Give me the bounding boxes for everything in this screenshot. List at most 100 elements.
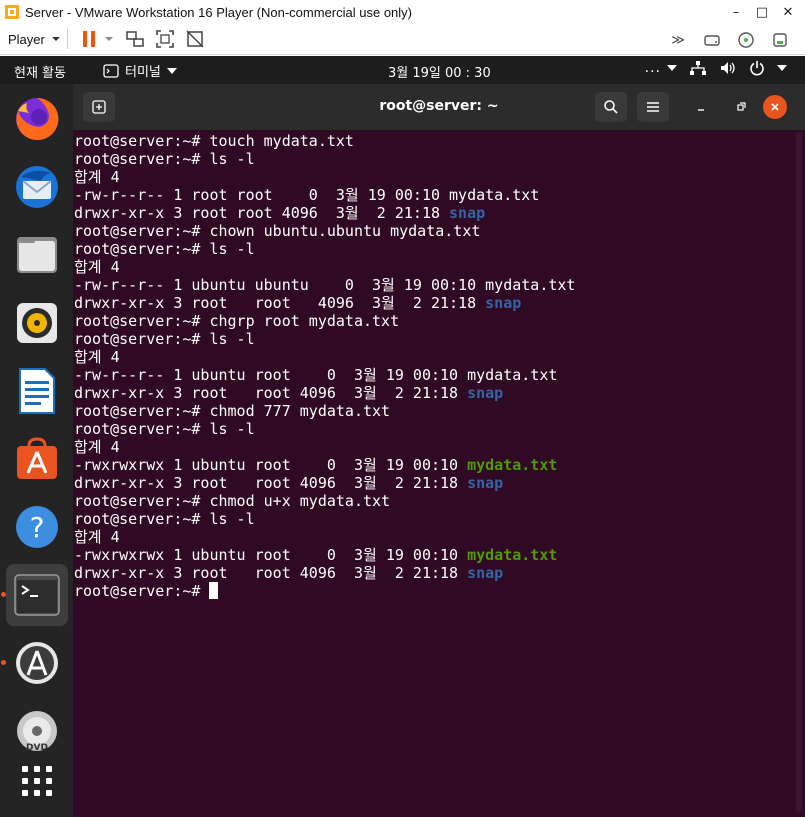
search-button[interactable] xyxy=(595,92,627,122)
command-text: ls -l xyxy=(209,240,255,258)
restore-icon xyxy=(737,102,746,111)
app-menu-button[interactable]: 터미널 xyxy=(103,61,177,80)
dropdown-triangle-icon xyxy=(667,65,677,71)
terminal-maximize-button[interactable] xyxy=(725,92,757,122)
shell-prompt: root@server:~# xyxy=(74,330,210,348)
double-chevron-right-icon: ≫ xyxy=(671,32,685,48)
terminal-line: root@server:~# touch mydata.txt xyxy=(74,132,792,150)
player-menu-button[interactable]: Player xyxy=(8,32,61,47)
terminal-line: root@server:~# xyxy=(74,582,792,600)
terminal-line: 합계 4 xyxy=(74,438,792,456)
terminal-line: drwxr-xr-x 3 root root 4096 3월 2 21:18 s… xyxy=(74,384,792,402)
software-updater-icon xyxy=(16,642,58,684)
unity-mode-button[interactable] xyxy=(182,26,208,52)
pause-dropdown-icon[interactable] xyxy=(104,35,114,43)
file-name: snap xyxy=(467,564,504,582)
libreoffice-writer-icon xyxy=(19,368,55,414)
terminal-line: -rwxrwxrwx 1 ubuntu root 0 3월 19 00:10 m… xyxy=(74,456,792,474)
terminal-icon xyxy=(14,574,60,616)
command-text: chmod u+x mydata.txt xyxy=(209,492,391,510)
terminal-line: root@server:~# ls -l xyxy=(74,150,792,168)
file-attributes: -rwxrwxrwx 1 ubuntu root 0 3월 19 00:10 xyxy=(74,546,468,564)
command-text: chmod 777 mydata.txt xyxy=(209,402,391,420)
output-text: 합계 4 xyxy=(74,438,120,456)
file-attributes: drwxr-xr-x 3 root root 4096 3월 2 21:18 xyxy=(74,384,468,402)
send-ctrl-alt-del-button[interactable] xyxy=(122,26,148,52)
files-icon xyxy=(17,237,57,273)
ubuntu-software-icon xyxy=(17,437,57,479)
rhythmbox-icon xyxy=(17,303,57,343)
unity-icon xyxy=(186,30,204,48)
network-adapter-button[interactable] xyxy=(767,27,793,53)
dock-software-updater[interactable] xyxy=(6,632,68,694)
terminal-line: -rw-r--r-- 1 root root 0 3월 19 00:10 myd… xyxy=(74,186,792,204)
network-wired-icon[interactable] xyxy=(689,60,707,76)
terminal-line: drwxr-xr-x 3 root root 4096 3월 2 21:18 s… xyxy=(74,204,792,222)
dock-ubuntu-software[interactable] xyxy=(6,428,68,490)
show-applications-icon xyxy=(22,766,52,796)
more-devices-button[interactable]: ≫ xyxy=(665,27,691,53)
show-applications-button[interactable] xyxy=(6,750,68,812)
dock-help[interactable]: ? xyxy=(6,496,68,558)
output-text: 합계 4 xyxy=(74,258,120,276)
terminal-scrollbar[interactable] xyxy=(796,132,802,812)
text-cursor xyxy=(209,582,219,599)
terminal-small-icon xyxy=(103,63,119,78)
power-icon[interactable] xyxy=(749,60,765,76)
hard-disk-button[interactable] xyxy=(699,27,725,53)
shell-prompt: root@server:~# xyxy=(74,492,210,510)
system-tray: ... xyxy=(645,60,787,76)
menu-button[interactable] xyxy=(637,92,669,122)
activities-button[interactable]: 현재 활동 xyxy=(14,62,66,81)
terminal-line: 합계 4 xyxy=(74,258,792,276)
shell-prompt: root@server:~# xyxy=(74,132,210,150)
terminal-output[interactable]: root@server:~# touch mydata.txt root@serv… xyxy=(74,132,792,812)
dock-files[interactable] xyxy=(6,224,68,286)
terminal-line: drwxr-xr-x 3 root root 4096 3월 2 21:18 s… xyxy=(74,564,792,582)
dock-thunderbird[interactable] xyxy=(6,156,68,218)
close-button[interactable]: ✕ xyxy=(775,0,801,24)
clock[interactable]: 3월 19일 00 : 30 xyxy=(388,62,491,81)
shell-prompt: root@server:~# xyxy=(74,240,210,258)
dock-terminal[interactable] xyxy=(6,564,68,626)
file-name: mydata.txt xyxy=(449,186,540,204)
shell-prompt: root@server:~# xyxy=(74,222,210,240)
pause-button[interactable] xyxy=(76,26,102,52)
dropdown-triangle-icon[interactable] xyxy=(777,65,787,71)
maximize-button[interactable]: □ xyxy=(749,0,775,24)
terminal-minimize-button[interactable] xyxy=(685,92,717,122)
cd-dvd-button[interactable] xyxy=(733,27,759,53)
terminal-close-button[interactable] xyxy=(763,95,787,119)
fullscreen-button[interactable] xyxy=(152,26,178,52)
search-icon xyxy=(604,100,618,114)
terminal-line: root@server:~# ls -l xyxy=(74,420,792,438)
command-text: ls -l xyxy=(209,150,255,168)
minimize-button[interactable]: – xyxy=(723,0,749,24)
file-attributes: -rw-r--r-- 1 root root 0 3월 19 00:10 xyxy=(74,186,450,204)
file-attributes: drwxr-xr-x 3 root root 4096 3월 2 21:18 xyxy=(74,564,468,582)
terminal-line: -rw-r--r-- 1 ubuntu root 0 3월 19 00:10 m… xyxy=(74,366,792,384)
terminal-line: root@server:~# chgrp root mydata.txt xyxy=(74,312,792,330)
file-name: mydata.txt xyxy=(467,546,558,564)
dock-libreoffice-writer[interactable] xyxy=(6,360,68,422)
shell-prompt: root@server:~# xyxy=(74,312,210,330)
network-adapter-icon xyxy=(773,33,787,47)
volume-icon[interactable] xyxy=(719,60,737,76)
file-name: mydata.txt xyxy=(467,456,558,474)
close-icon: ✕ xyxy=(782,4,794,20)
terminal-line: drwxr-xr-x 3 root root 4096 3월 2 21:18 s… xyxy=(74,294,792,312)
dock-firefox[interactable] xyxy=(6,88,68,150)
command-text: ls -l xyxy=(209,420,255,438)
cd-icon xyxy=(738,32,754,48)
terminal-line: 합계 4 xyxy=(74,348,792,366)
gnome-topbar: 현재 활동 터미널 3월 19일 00 : 30 ... xyxy=(0,56,805,84)
input-method-button[interactable]: ... xyxy=(645,60,677,76)
file-attributes: drwxr-xr-x 3 root root 4096 3월 2 21:18 xyxy=(74,204,450,222)
terminal-line: root@server:~# ls -l xyxy=(74,240,792,258)
dock-rhythmbox[interactable] xyxy=(6,292,68,354)
shell-prompt: root@server:~# xyxy=(74,510,210,528)
network-send-icon xyxy=(126,31,144,47)
file-attributes: -rwxrwxrwx 1 ubuntu root 0 3월 19 00:10 xyxy=(74,456,468,474)
pause-icon xyxy=(82,31,95,47)
output-text: 합계 4 xyxy=(74,528,120,546)
